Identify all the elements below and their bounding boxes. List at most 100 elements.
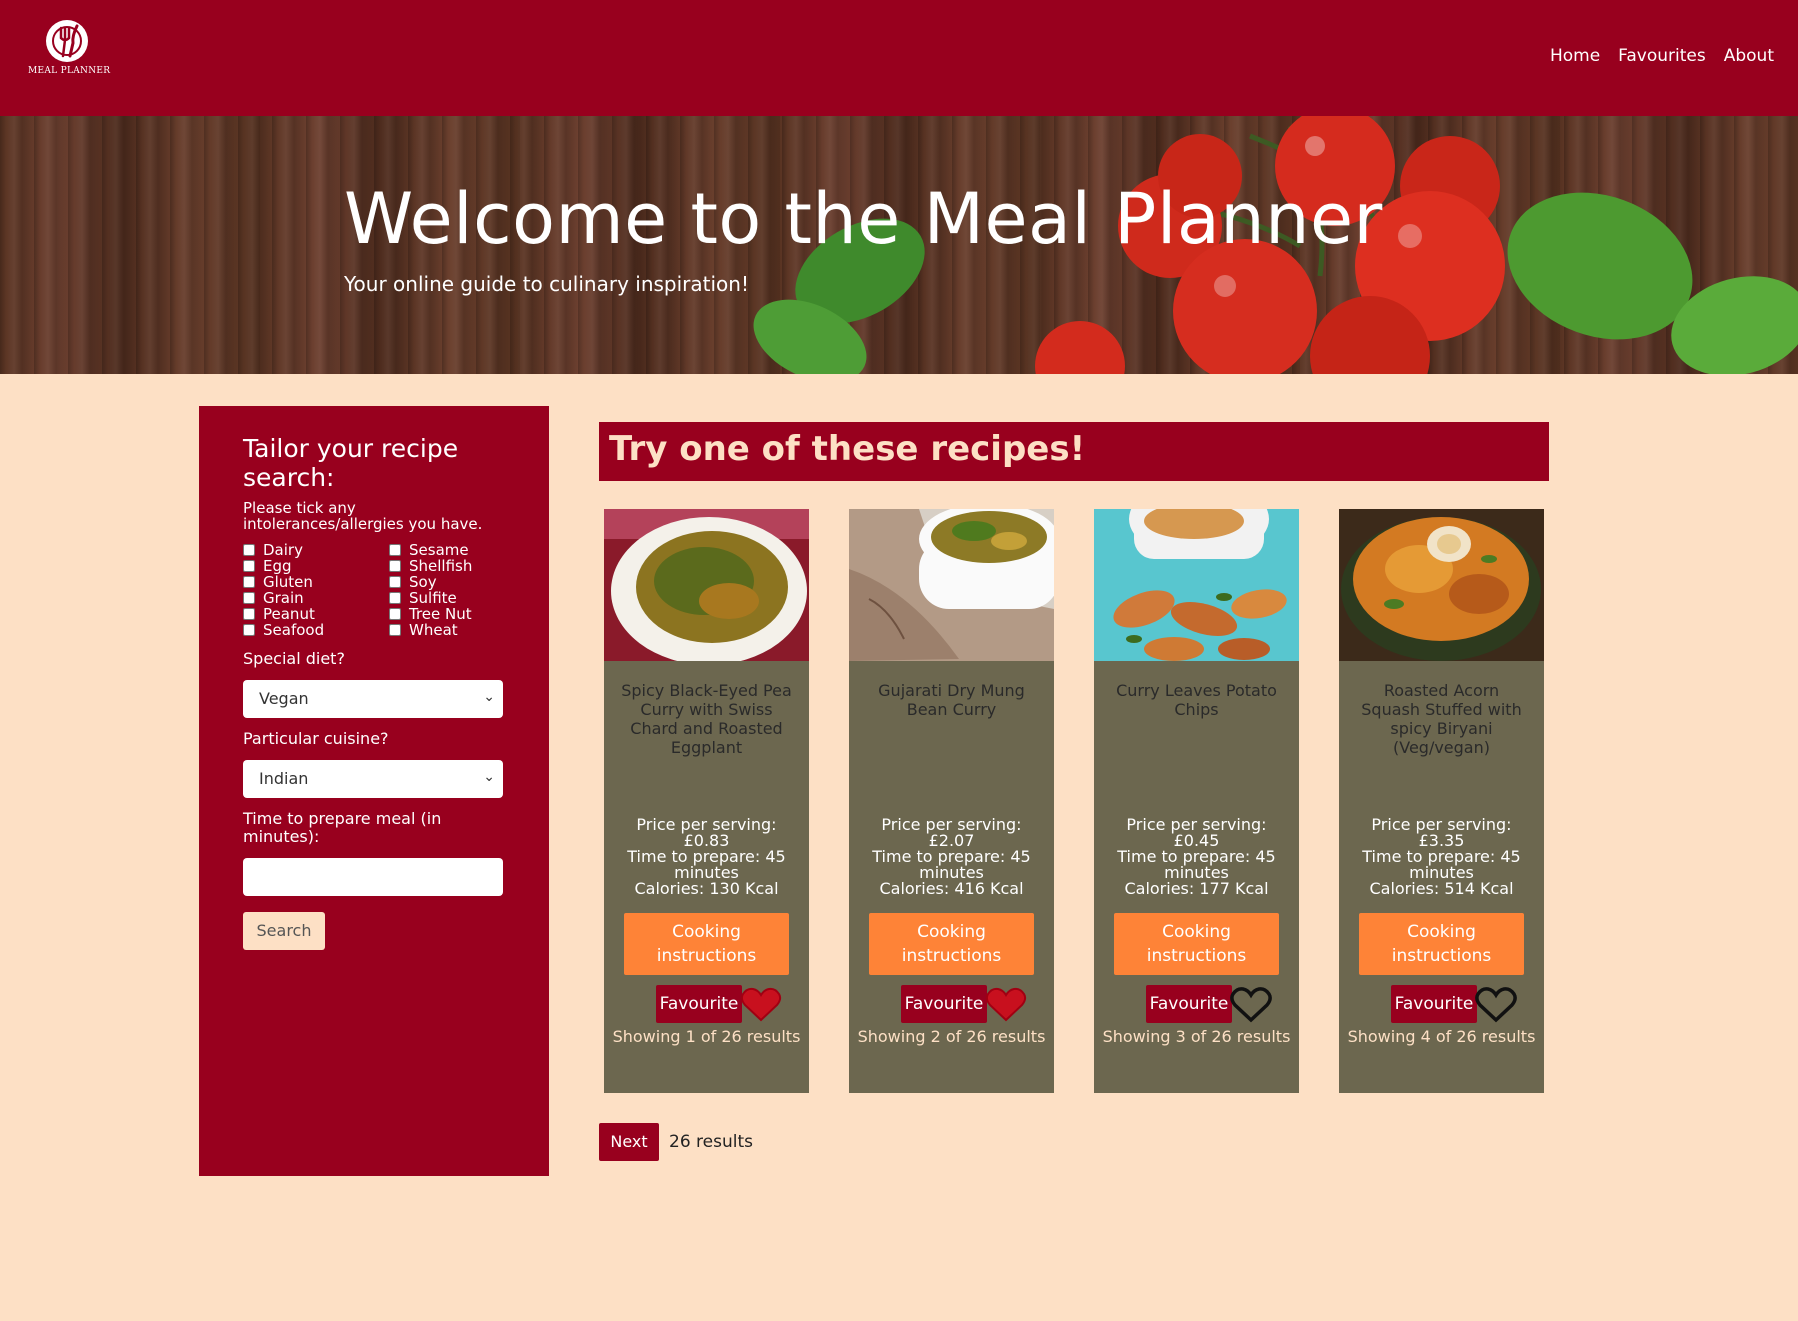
allergy-checkbox[interactable]: Sesame xyxy=(389,542,509,558)
pagination: Next 26 results xyxy=(599,1123,753,1161)
logo-text: MEAL PLANNER xyxy=(28,66,111,76)
favourite-button[interactable]: Favourite xyxy=(1391,985,1477,1023)
diet-select[interactable]: Vegan ⌄ xyxy=(243,680,503,718)
checkbox-icon[interactable] xyxy=(243,624,255,636)
next-button[interactable]: Next xyxy=(599,1123,659,1161)
sidebar-title: Tailor your recipe search: xyxy=(243,434,459,492)
allergy-checkbox[interactable]: Egg xyxy=(243,558,389,574)
favourite-row: Favourite xyxy=(849,985,1054,1023)
recipe-card: Gujarati Dry Mung Bean Curry Price per s… xyxy=(849,509,1054,1093)
cooking-instructions-button[interactable]: Cooking instructions xyxy=(1359,913,1524,975)
time-input[interactable] xyxy=(243,858,503,896)
calories: Calories: 177 Kcal xyxy=(1124,879,1269,898)
checkbox-icon[interactable] xyxy=(389,544,401,556)
allergy-checkbox[interactable]: Sulfite xyxy=(389,590,509,606)
checkbox-icon[interactable] xyxy=(389,560,401,572)
nav-home[interactable]: Home xyxy=(1550,46,1600,66)
allergy-checkbox[interactable]: Shellfish xyxy=(389,558,509,574)
recipe-card: Roasted Acorn Squash Stuffed with spicy … xyxy=(1339,509,1544,1093)
hero-title: Welcome to the Meal Planner xyxy=(344,178,1383,260)
hero-banner: Welcome to the Meal Planner Your online … xyxy=(0,116,1798,374)
checkbox-icon[interactable] xyxy=(389,624,401,636)
recipe-image xyxy=(849,509,1054,661)
checkbox-icon[interactable] xyxy=(243,608,255,620)
showing-count: Showing 2 of 26 results xyxy=(857,1027,1046,1046)
allergy-label: Shellfish xyxy=(409,557,473,575)
allergy-label: Egg xyxy=(263,557,292,575)
heart-icon[interactable] xyxy=(740,987,782,1023)
prep-time: Time to prepare: 45 minutes xyxy=(627,847,786,882)
checkbox-icon[interactable] xyxy=(243,544,255,556)
checkbox-icon[interactable] xyxy=(243,576,255,588)
checkbox-icon[interactable] xyxy=(389,592,401,604)
favourite-row: Favourite xyxy=(604,985,809,1023)
allergy-checkbox[interactable]: Grain xyxy=(243,590,389,606)
allergy-label: Tree Nut xyxy=(409,605,472,623)
checkbox-icon[interactable] xyxy=(389,576,401,588)
recipe-image xyxy=(604,509,809,661)
allergy-checkbox[interactable]: Gluten xyxy=(243,574,389,590)
checkbox-icon[interactable] xyxy=(243,592,255,604)
results-count: 26 results xyxy=(669,1132,753,1152)
cooking-instructions-button[interactable]: Cooking instructions xyxy=(869,913,1034,975)
cuisine-label: Particular cuisine? xyxy=(243,729,389,748)
showing-count: Showing 1 of 26 results xyxy=(612,1027,801,1046)
main-nav: Home Favourites About xyxy=(1550,46,1774,66)
nav-about[interactable]: About xyxy=(1724,46,1774,66)
recipe-image xyxy=(1094,509,1299,661)
chevron-down-icon: ⌄ xyxy=(483,769,495,785)
chevron-down-icon: ⌄ xyxy=(483,689,495,705)
allergy-label: Gluten xyxy=(263,573,313,591)
nav-favourites[interactable]: Favourites xyxy=(1618,46,1706,66)
checkbox-icon[interactable] xyxy=(389,608,401,620)
recipe-name: Roasted Acorn Squash Stuffed with spicy … xyxy=(1361,681,1522,757)
allergy-label: Soy xyxy=(409,573,437,591)
allergy-checkbox[interactable]: Seafood xyxy=(243,622,389,638)
allergy-label: Dairy xyxy=(263,541,303,559)
logo-icon xyxy=(46,20,88,62)
checkbox-icon[interactable] xyxy=(243,560,255,572)
allergy-checkbox[interactable]: Soy xyxy=(389,574,509,590)
prep-time: Time to prepare: 45 minutes xyxy=(1117,847,1276,882)
cuisine-select-value: Indian xyxy=(259,769,309,788)
cooking-instructions-button[interactable]: Cooking instructions xyxy=(1114,913,1279,975)
logo[interactable]: MEAL PLANNER xyxy=(28,18,111,80)
allergy-label: Grain xyxy=(263,589,304,607)
sidebar-note: Please tick any intolerances/allergies y… xyxy=(243,499,483,533)
showing-count: Showing 3 of 26 results xyxy=(1102,1027,1291,1046)
favourite-row: Favourite xyxy=(1339,985,1544,1023)
search-button[interactable]: Search xyxy=(243,912,325,950)
favourite-button[interactable]: Favourite xyxy=(656,985,742,1023)
search-sidebar: Tailor your recipe search: Please tick a… xyxy=(199,406,549,1176)
heart-icon[interactable] xyxy=(1475,987,1517,1023)
allergy-checkbox[interactable]: Tree Nut xyxy=(389,606,509,622)
prep-time: Time to prepare: 45 minutes xyxy=(872,847,1031,882)
allergy-label: Sulfite xyxy=(409,589,457,607)
recipe-photo xyxy=(604,509,809,661)
recipe-name: Spicy Black-Eyed Pea Curry with Swiss Ch… xyxy=(621,681,792,757)
diet-select-value: Vegan xyxy=(259,689,309,708)
allergy-checkbox[interactable]: Wheat xyxy=(389,622,509,638)
calories: Calories: 130 Kcal xyxy=(634,879,779,898)
recipe-name: Gujarati Dry Mung Bean Curry xyxy=(878,681,1025,719)
cuisine-select[interactable]: Indian ⌄ xyxy=(243,760,503,798)
cooking-instructions-button[interactable]: Cooking instructions xyxy=(624,913,789,975)
allergy-checklist: Dairy Egg Gluten Grain Peanut Seafood Se… xyxy=(243,542,505,638)
favourite-button[interactable]: Favourite xyxy=(1146,985,1232,1023)
allergy-label: Peanut xyxy=(263,605,315,623)
recipe-photo xyxy=(849,509,1054,661)
allergy-label: Sesame xyxy=(409,541,469,559)
recipe-image xyxy=(1339,509,1544,661)
calories: Calories: 514 Kcal xyxy=(1369,879,1514,898)
heart-icon[interactable] xyxy=(985,987,1027,1023)
allergy-checkbox[interactable]: Dairy xyxy=(243,542,389,558)
favourite-row: Favourite xyxy=(1094,985,1299,1023)
favourite-button[interactable]: Favourite xyxy=(901,985,987,1023)
allergy-column-1: Dairy Egg Gluten Grain Peanut Seafood xyxy=(243,542,389,638)
allergy-label: Wheat xyxy=(409,621,458,639)
diet-label: Special diet? xyxy=(243,649,345,668)
heart-icon[interactable] xyxy=(1230,987,1272,1023)
recipe-name: Curry Leaves Potato Chips xyxy=(1116,681,1277,719)
allergy-checkbox[interactable]: Peanut xyxy=(243,606,389,622)
hero-subtitle: Your online guide to culinary inspiratio… xyxy=(344,272,749,296)
